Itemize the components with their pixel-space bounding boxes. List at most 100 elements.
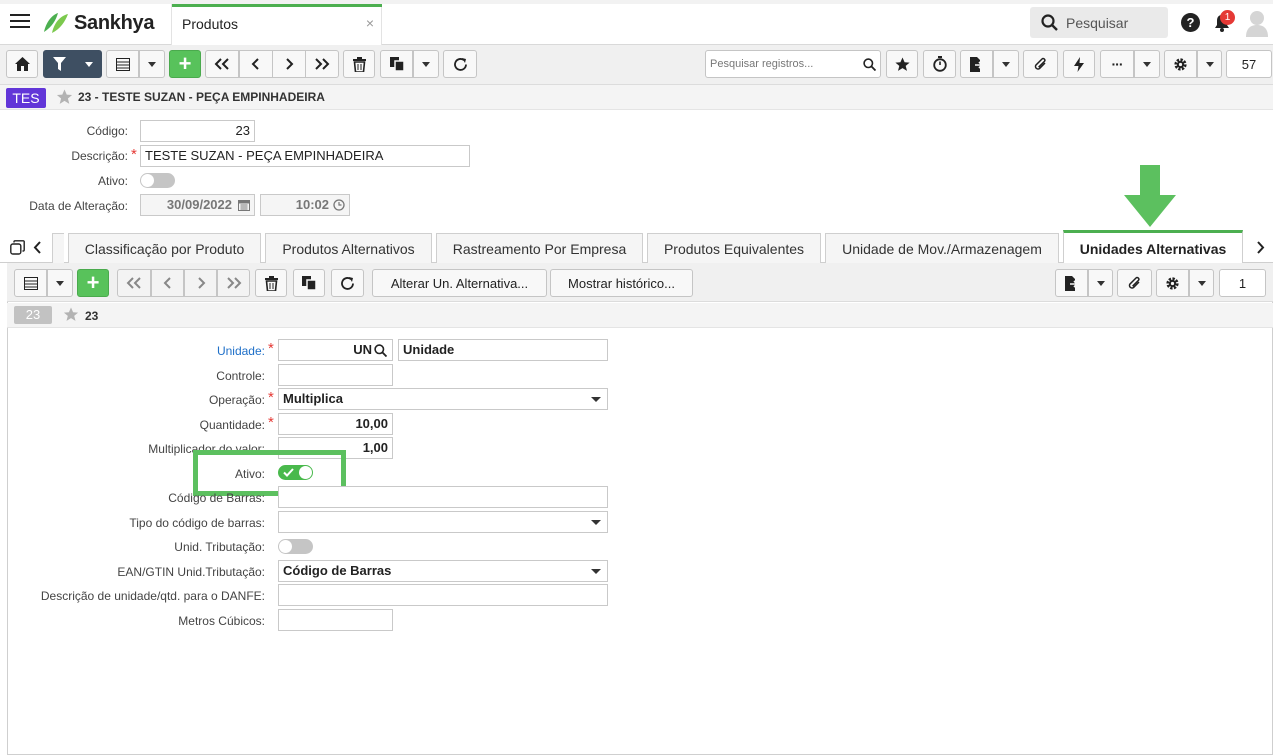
refresh-icon — [341, 276, 354, 290]
refresh-button[interactable] — [331, 269, 364, 297]
double-chevron-left-icon — [126, 277, 141, 289]
global-search-placeholder: Pesquisar — [1066, 15, 1129, 31]
operacao-select[interactable]: Multiplica — [278, 388, 608, 410]
mostrar-historico-button[interactable]: Mostrar histórico... — [550, 269, 693, 297]
grid-view-button[interactable] — [14, 269, 47, 297]
tipocod-select[interactable] — [278, 511, 608, 533]
global-search[interactable]: Pesquisar — [1030, 7, 1168, 38]
grid-icon — [115, 57, 130, 71]
descricao-field[interactable]: TESTE SUZAN - PEÇA EMPINHADEIRA — [140, 145, 470, 167]
add-button[interactable]: + — [169, 50, 201, 78]
tab-hidden[interactable] — [52, 233, 64, 263]
copy-button[interactable] — [380, 50, 413, 78]
filter-icon — [52, 57, 66, 71]
leaf-logo-icon — [44, 13, 68, 33]
chevron-down-icon — [148, 61, 156, 67]
ean-label: EAN/GTIN Unid.Tributação: — [117, 565, 265, 579]
tab-produtos[interactable]: Produtos × — [171, 4, 382, 45]
menu-icon[interactable] — [10, 14, 30, 30]
chevron-left-icon[interactable] — [33, 241, 43, 254]
copy-icon — [389, 57, 404, 71]
tab-unidade-mov[interactable]: Unidade de Mov./Armazenagem — [825, 233, 1059, 263]
grid-view-dropdown[interactable] — [47, 269, 73, 297]
settings-button[interactable] — [1156, 269, 1189, 297]
avatar[interactable] — [1245, 9, 1269, 37]
alterar-unidade-button[interactable]: Alterar Un. Alternativa... — [372, 269, 547, 297]
refresh-icon — [453, 57, 467, 71]
unidade-label[interactable]: Unidade: — [100, 344, 265, 358]
prev-record-button[interactable] — [151, 269, 184, 297]
star-icon[interactable] — [56, 89, 73, 105]
grid-view-button[interactable] — [106, 50, 139, 78]
settings-button[interactable] — [1164, 50, 1197, 78]
metros-field[interactable] — [278, 609, 393, 631]
attach-button[interactable] — [1023, 50, 1058, 78]
ativo-toggle[interactable] — [140, 173, 175, 188]
timer-button[interactable] — [923, 50, 956, 78]
grid-view-dropdown[interactable] — [139, 50, 165, 78]
brand-logo: Sankhya — [42, 11, 154, 35]
chevron-down-icon — [422, 61, 430, 67]
ean-select[interactable]: Código de Barras — [278, 560, 608, 582]
settings-dropdown[interactable] — [1197, 50, 1222, 78]
record-search-input[interactable]: Pesquisar registros... — [705, 50, 881, 78]
tab-produtos-equivalentes[interactable]: Produtos Equivalentes — [647, 233, 821, 263]
chevron-down-icon — [591, 569, 601, 574]
unidade-desc-field: Unidade — [398, 339, 608, 361]
more-dropdown[interactable] — [1134, 50, 1160, 78]
filter-dropdown[interactable] — [75, 50, 102, 78]
star-icon[interactable] — [63, 307, 79, 322]
plus-icon: + — [86, 270, 100, 295]
attach-button[interactable] — [1117, 269, 1152, 297]
double-chevron-right-icon — [315, 58, 330, 70]
danfe-field[interactable] — [278, 584, 608, 606]
operacao-value: Multiplica — [283, 391, 343, 406]
home-button[interactable] — [6, 50, 38, 78]
unidtrib-toggle[interactable] — [278, 539, 313, 554]
help-icon[interactable]: ? — [1181, 13, 1200, 32]
codigo-field[interactable]: 23 — [140, 120, 255, 142]
calendar-icon — [238, 200, 250, 211]
first-record-button[interactable] — [205, 50, 239, 78]
tab-unidades-alternativas[interactable]: Unidades Alternativas — [1063, 230, 1243, 264]
refresh-button[interactable] — [443, 50, 477, 78]
first-record-button[interactable] — [117, 269, 151, 297]
favorite-button[interactable] — [886, 50, 918, 78]
paperclip-icon — [1128, 276, 1140, 289]
settings-dropdown[interactable] — [1189, 269, 1214, 297]
operacao-label: Operação: — [208, 393, 265, 407]
more-button[interactable]: ··· — [1100, 50, 1134, 78]
descricao-label: Descrição: — [71, 149, 128, 163]
chevron-right-icon[interactable] — [1255, 241, 1265, 254]
controle-field[interactable] — [278, 364, 393, 386]
codigo-label: Código: — [86, 124, 128, 138]
close-icon[interactable]: × — [366, 15, 374, 31]
copy-dropdown[interactable] — [413, 50, 439, 78]
tab-classificacao[interactable]: Classificação por Produto — [68, 233, 261, 263]
add-button[interactable]: + — [77, 269, 109, 297]
tab-produtos-alternativos[interactable]: Produtos Alternativos — [265, 233, 432, 263]
main-toolbar: + Pesquisar registros... ··· 57 — [0, 45, 1273, 85]
copy-button[interactable] — [293, 269, 325, 297]
next-record-button[interactable] — [184, 269, 217, 297]
delete-button[interactable] — [255, 269, 287, 297]
export-dropdown[interactable] — [1088, 269, 1113, 297]
export-dropdown[interactable] — [993, 50, 1019, 78]
search-icon[interactable] — [863, 58, 876, 71]
page-indicator: 1 — [1219, 269, 1266, 297]
tab-rastreamento[interactable]: Rastreamento Por Empresa — [436, 233, 643, 263]
danfe-label: Descrição de unidade/qtd. para o DANFE: — [40, 589, 265, 603]
last-record-button[interactable] — [217, 269, 250, 297]
next-record-button[interactable] — [272, 50, 306, 78]
export-button[interactable] — [1055, 269, 1088, 297]
quantidade-field[interactable]: 10,00 — [278, 413, 393, 435]
filter-button[interactable] — [43, 50, 75, 78]
prev-record-button[interactable] — [239, 50, 273, 78]
delete-button[interactable] — [343, 50, 375, 78]
windows-icon[interactable] — [10, 240, 25, 255]
export-button[interactable] — [960, 50, 993, 78]
last-record-button[interactable] — [305, 50, 339, 78]
codbarras-field[interactable] — [278, 486, 608, 508]
actions-button[interactable] — [1063, 50, 1095, 78]
search-icon[interactable] — [374, 344, 387, 357]
